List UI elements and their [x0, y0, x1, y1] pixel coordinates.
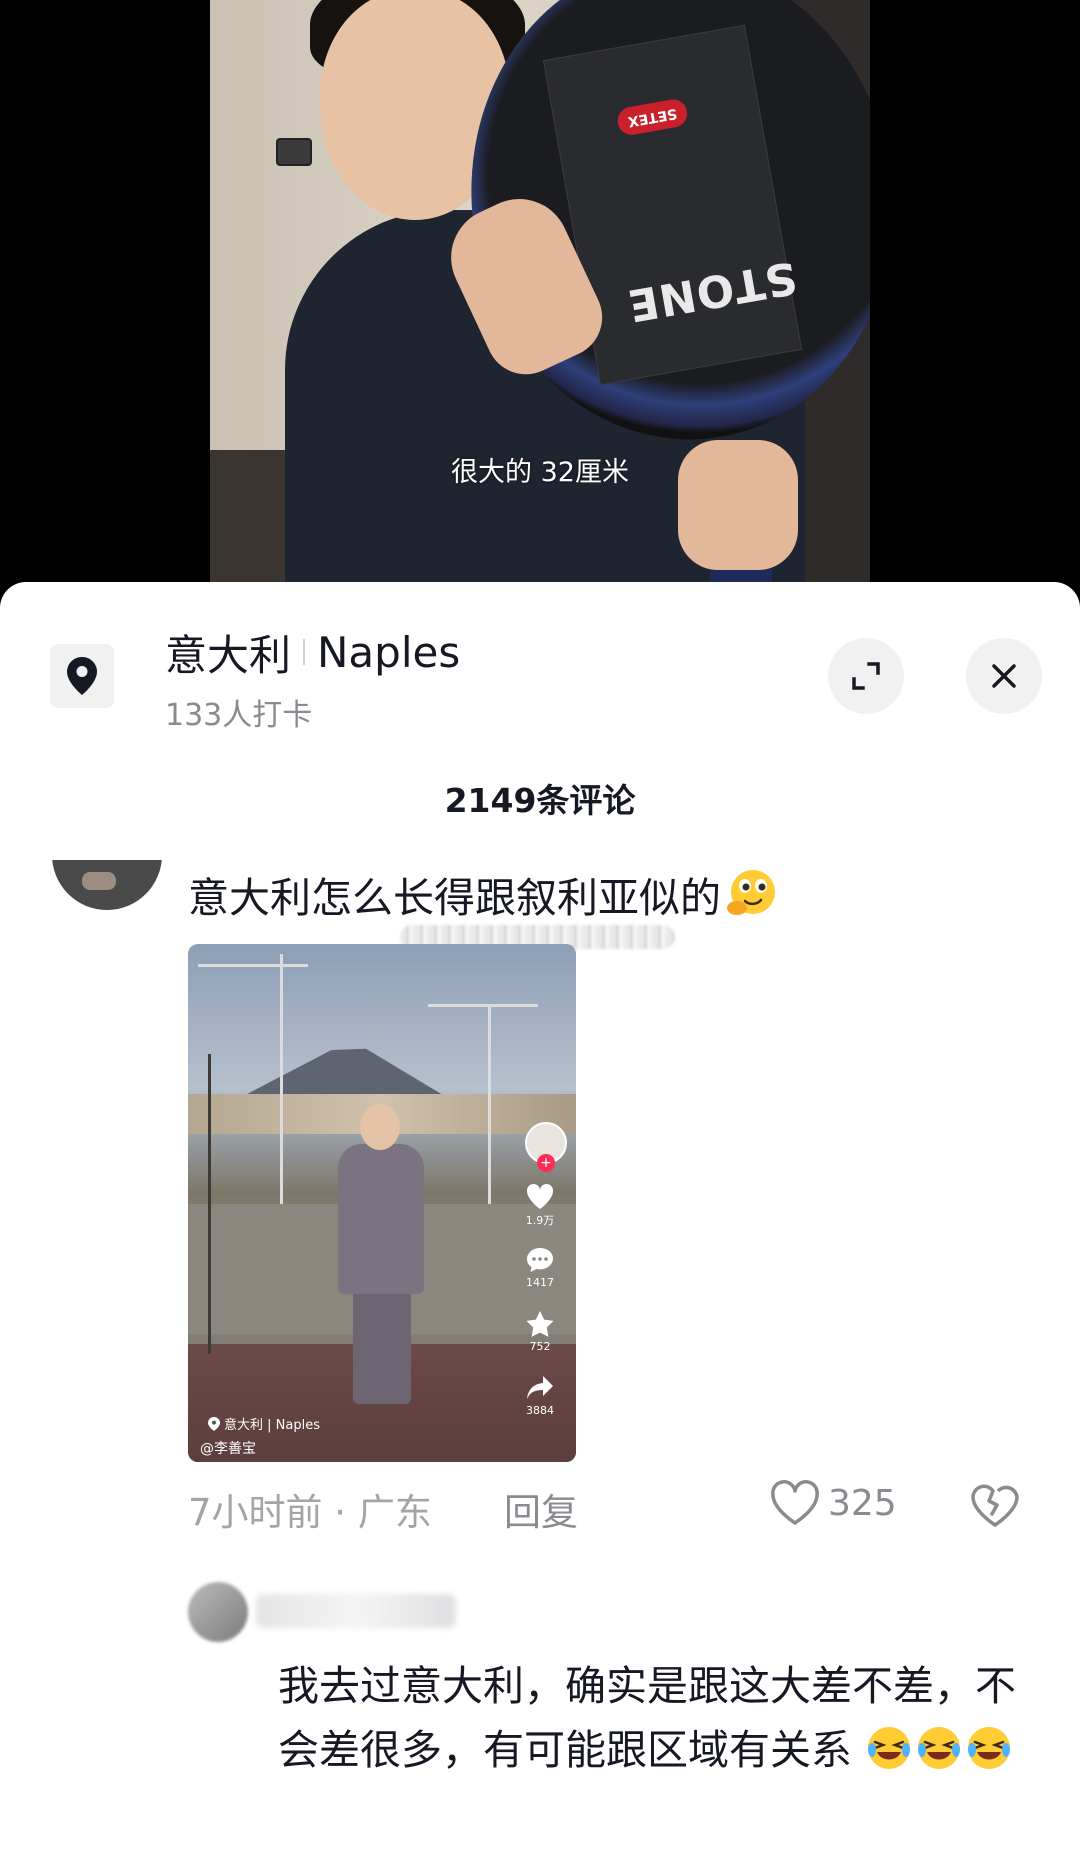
expand-button[interactable] — [828, 638, 904, 714]
dislike-button[interactable] — [970, 1482, 1020, 1532]
like-stat[interactable]: 1.9万 — [512, 1182, 568, 1228]
heart-icon — [771, 1480, 819, 1525]
comment-stat[interactable]: 1417 — [512, 1246, 568, 1289]
checkin-count: 133人打卡 — [165, 698, 313, 733]
figure-head — [360, 1104, 400, 1150]
like-button[interactable]: 325 — [770, 1480, 897, 1526]
video-subtitle: 很大的 32厘米 — [451, 457, 629, 488]
next-comment-actions-cutoff — [188, 1852, 1068, 1872]
star-icon — [526, 1311, 554, 1337]
location-pin-icon — [208, 1416, 220, 1431]
reply-button[interactable]: 回复 — [504, 1482, 578, 1536]
blurred-username — [256, 1594, 456, 1628]
rolling-laughing-emoji — [868, 1727, 911, 1769]
location-city: Naples — [317, 627, 461, 677]
share-stat[interactable]: 3884 — [512, 1374, 568, 1417]
attachment-author: @李善宝 — [200, 1441, 256, 1457]
thinking-face-emoji — [727, 870, 775, 915]
avatar[interactable] — [52, 860, 162, 910]
pan-brand: STONE — [623, 250, 801, 331]
like-count: 325 — [828, 1482, 897, 1524]
follow-plus-icon[interactable]: + — [537, 1154, 555, 1172]
comments-sheet: 意大利 Naples 133人打卡 2149条评论 意大利怎么长得跟叙利亚似的 — [0, 582, 1080, 1872]
attachment-location-label: 意大利 | Naples — [224, 1418, 320, 1433]
rolling-laughing-emoji — [918, 1727, 961, 1769]
figure-body — [338, 1144, 424, 1294]
light-switch — [276, 138, 312, 166]
share-arrow-icon — [527, 1376, 553, 1399]
location-pin-icon — [67, 657, 97, 695]
antenna — [280, 954, 283, 1204]
rolling-laughing-emoji — [968, 1727, 1011, 1769]
comment-bubble-icon — [527, 1248, 553, 1272]
comment-text: 我去过意大利，确实是跟这大差不差，不会差很多，有可能跟区域有关系 — [278, 1654, 1038, 1782]
close-button[interactable] — [966, 638, 1042, 714]
heart-icon — [526, 1183, 554, 1209]
location-divider — [303, 639, 306, 665]
close-icon — [992, 664, 1016, 688]
comment-video-attachment[interactable]: + 1.9万 1417 752 3884 意大利 | Naples @李善宝 — [188, 944, 576, 1462]
comment-text: 意大利怎么长得跟叙利亚似的 — [188, 864, 781, 924]
antenna — [208, 1054, 211, 1354]
expand-icon — [852, 662, 880, 690]
antenna — [428, 1004, 538, 1007]
video-frame: SETEX STONE — [210, 0, 870, 600]
comment-stat-count: 1417 — [526, 1276, 554, 1289]
favorite-stat[interactable]: 752 — [512, 1310, 568, 1353]
figure-legs — [353, 1289, 411, 1404]
pan-badge: SETEX — [615, 97, 690, 138]
location-badge[interactable] — [50, 644, 114, 708]
location-title[interactable]: 意大利 Naples — [165, 624, 460, 680]
comment-meta: 7小时前 · 广东 — [188, 1491, 432, 1534]
avatar[interactable] — [188, 1582, 248, 1642]
share-stat-count: 3884 — [526, 1404, 554, 1417]
favorite-stat-count: 752 — [529, 1340, 551, 1353]
comment-body: 意大利怎么长得跟叙利亚似的 — [188, 874, 721, 922]
antenna — [198, 964, 308, 967]
video-player[interactable]: SETEX STONE 很大的 32厘米 — [0, 0, 1080, 600]
broken-heart-icon — [971, 1484, 1019, 1527]
like-stat-count: 1.9万 — [525, 1214, 555, 1227]
comment-count-header: 2149条评论 — [444, 781, 636, 820]
attachment-location[interactable]: 意大利 | Naples — [208, 1414, 320, 1433]
location-country: 意大利 — [165, 630, 292, 680]
antenna — [488, 1004, 491, 1204]
